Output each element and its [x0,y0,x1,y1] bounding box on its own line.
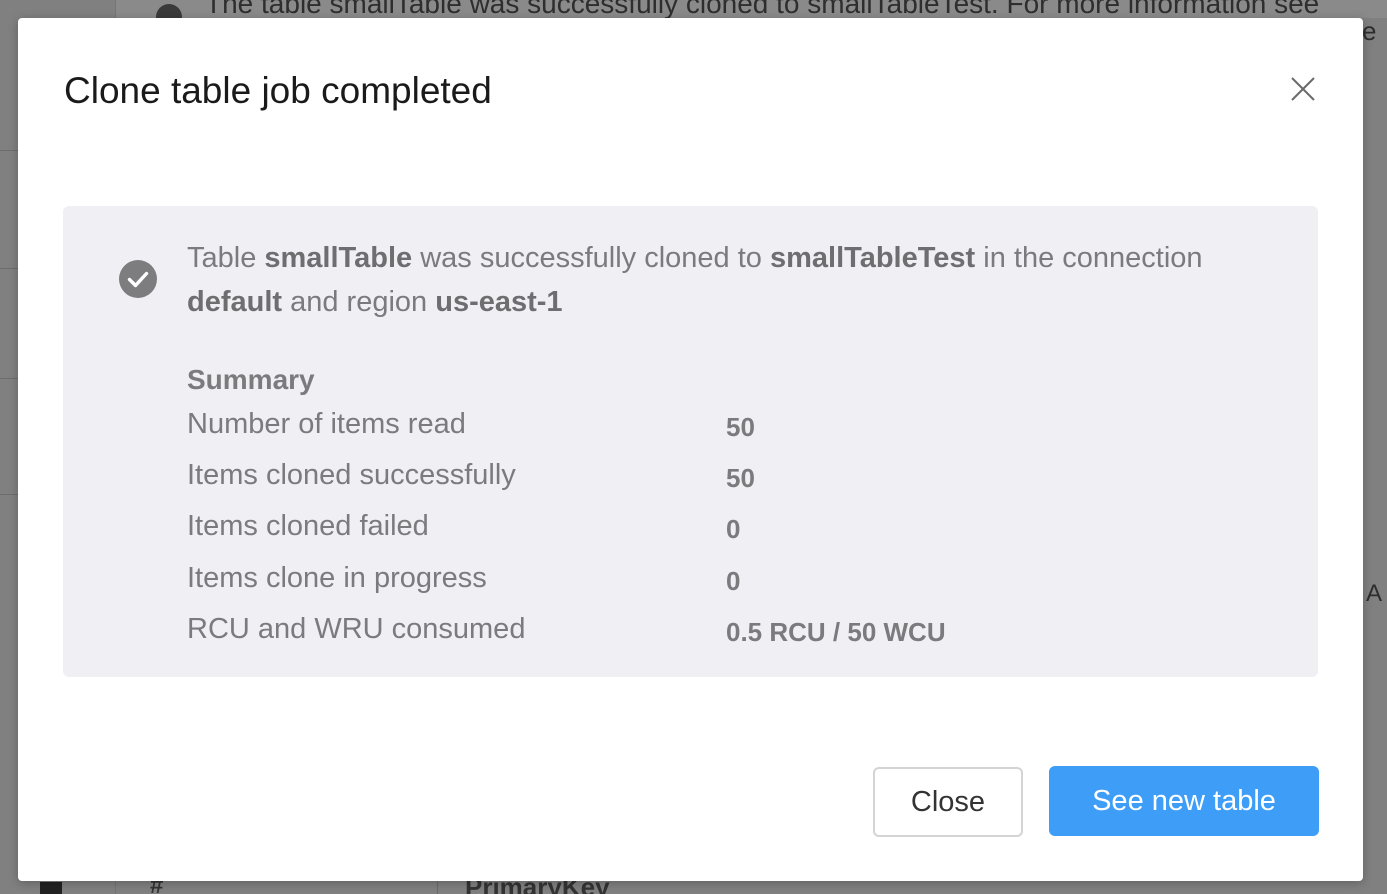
summary-label: Items cloned failed [187,510,429,542]
sidebar-divider [0,150,18,151]
check-circle-icon [119,260,157,298]
sidebar-divider [0,268,18,269]
summary-value: 0 [726,566,741,596]
summary-row: Items clone in progress 0 [187,562,1087,602]
summary-value: 50 [726,412,755,442]
success-message: Table smallTable was successfully cloned… [187,236,1227,324]
dialog-title: Clone table job completed [64,70,492,111]
close-button[interactable]: Close [873,767,1023,837]
summary-label: Number of items read [187,408,466,440]
close-icon[interactable] [1288,74,1318,104]
background-edge-text: A [1366,580,1383,607]
message-text: in the connection [975,242,1203,274]
summary-label: Items clone in progress [187,562,487,594]
see-new-table-button[interactable]: See new table [1049,766,1319,836]
message-text: and region [282,286,436,318]
summary-value: 0 [726,514,741,544]
region-name: us-east-1 [435,286,563,318]
summary-row: RCU and WRU consumed 0.5 RCU / 50 WCU [187,613,1087,653]
result-panel: Table smallTable was successfully cloned… [63,206,1318,677]
sidebar-divider [0,378,18,379]
summary-label: Items cloned successfully [187,459,516,491]
summary-value: 50 [726,463,755,493]
clone-table-dialog: Clone table job completed Table smallTab… [18,18,1363,881]
source-table-name: smallTable [264,242,413,274]
sidebar-divider [0,494,18,495]
message-text: Table [187,242,265,274]
target-table-name: smallTableTest [769,242,976,274]
background-column-divider [437,880,438,894]
background-banner-text: The table smallTable was successfully cl… [205,0,1320,19]
message-text: was successfully cloned to [412,242,770,274]
summary-row: Items cloned successfully 50 [187,459,1087,499]
summary-value: 0.5 RCU / 50 WCU [726,617,946,647]
summary-row: Number of items read 50 [187,408,1087,448]
summary-label: RCU and WRU consumed [187,613,526,645]
summary-heading: Summary [187,364,315,395]
connection-name: default [187,286,283,318]
summary-row: Items cloned failed 0 [187,510,1087,550]
background-scroll-handle [40,882,62,894]
background-edge-text: e [1362,16,1377,46]
